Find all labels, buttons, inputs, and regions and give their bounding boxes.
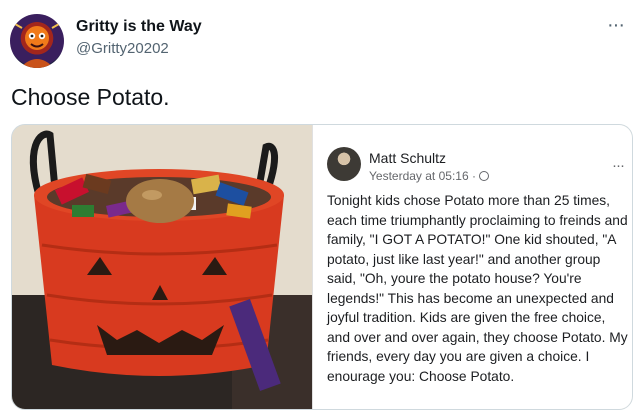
post-author-name: Matt Schultz	[369, 150, 447, 166]
tweet-header: Gritty is the Way @Gritty20202 ···	[10, 8, 630, 68]
gritty-avatar-icon	[14, 23, 60, 68]
halloween-bucket-photo	[12, 125, 312, 409]
embedded-facebook-post: Matt Schultz Yesterday at 05:16 · ··· To…	[312, 125, 632, 409]
user-handle[interactable]: @Gritty20202	[76, 40, 169, 57]
post-body: Tonight kids chose Potato more than 25 t…	[327, 193, 628, 384]
post-more-icon: ···	[612, 157, 625, 174]
post-timestamp-text: Yesterday at 05:16 ·	[369, 169, 476, 183]
post-author-avatar	[327, 147, 361, 181]
profile-avatar[interactable]	[10, 14, 64, 68]
tweet-media[interactable]: Matt Schultz Yesterday at 05:16 · ··· To…	[11, 124, 633, 410]
globe-icon	[478, 171, 489, 181]
post-timestamp: Yesterday at 05:16 ·	[369, 169, 489, 183]
tweet-text: Choose Potato.	[11, 84, 170, 110]
display-name[interactable]: Gritty is the Way	[76, 18, 202, 36]
more-options-icon[interactable]: ···	[607, 15, 625, 35]
